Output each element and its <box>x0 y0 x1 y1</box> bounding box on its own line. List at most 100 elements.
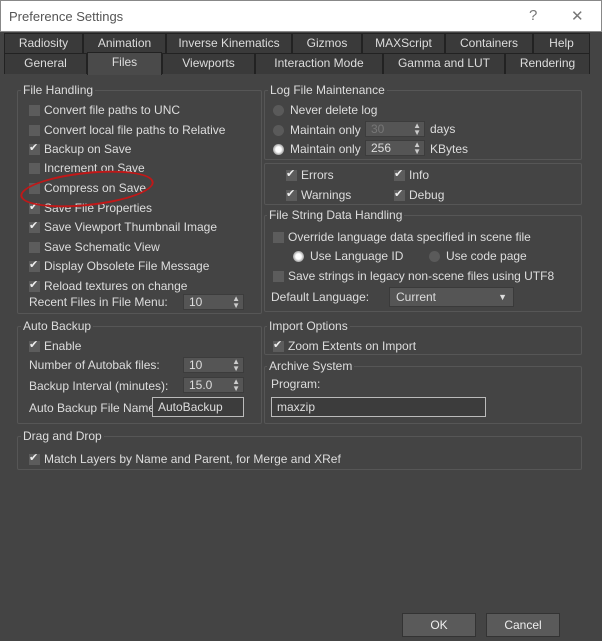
close-button[interactable]: ✕ <box>571 7 584 25</box>
checkbox-label: Convert local file paths to Relative <box>44 123 226 137</box>
checkbox-icon <box>29 451 40 465</box>
spinner-arrows-icon[interactable]: ▲ ▼ <box>413 141 421 156</box>
checkbox-label: Save Schematic View <box>44 240 160 254</box>
checkbox-errors[interactable]: Errors <box>286 167 334 182</box>
checkbox-icon <box>29 162 40 174</box>
tab-inverse-kinematics[interactable]: Inverse Kinematics <box>166 33 292 54</box>
ok-button[interactable]: OK <box>402 613 476 637</box>
tab-maxscript[interactable]: MAXScript <box>362 33 445 54</box>
cancel-button[interactable]: Cancel <box>486 613 560 637</box>
checkbox-save-schematic[interactable]: Save Schematic View <box>29 240 160 254</box>
archive-system-label: Archive System <box>267 359 355 373</box>
autobak-count-label: Number of Autobak files: <box>29 358 160 372</box>
autobackup-name-input[interactable]: AutoBackup <box>152 397 244 417</box>
file-string-label: File String Data Handling <box>267 208 405 222</box>
backup-interval-label: Backup Interval (minutes): <box>29 379 169 393</box>
checkbox-label: Override language data specified in scen… <box>288 230 531 244</box>
checkbox-zoom-extents[interactable]: Zoom Extents on Import <box>273 338 417 353</box>
spinner-value: 10 <box>189 358 203 372</box>
radio-never-delete[interactable]: Never delete log <box>273 103 377 117</box>
program-input[interactable]: maxzip <box>271 397 486 417</box>
auto-backup-label: Auto Backup <box>21 319 94 333</box>
tab-help[interactable]: Help <box>533 33 590 54</box>
backup-interval-spinner[interactable]: 15.0 ▲ ▼ <box>183 377 244 393</box>
checkbox-match-layers[interactable]: Match Layers by Name and Parent, for Mer… <box>29 451 341 466</box>
checkbox-icon <box>29 141 40 155</box>
log-maintenance-label: Log File Maintenance <box>268 83 387 97</box>
radio-label: Use code page <box>446 249 527 263</box>
kbytes-spinner[interactable]: 256 ▲ ▼ <box>365 140 425 156</box>
spinner-arrows-icon[interactable]: ▲ ▼ <box>413 122 421 137</box>
checkbox-label: Save Viewport Thumbnail Image <box>44 220 217 234</box>
checkbox-icon <box>29 241 40 253</box>
tab-viewports[interactable]: Viewports <box>162 53 255 74</box>
spinner-value: 15.0 <box>189 378 213 392</box>
radio-icon <box>429 250 440 262</box>
radio-maintain-kbytes[interactable]: Maintain only <box>273 142 361 156</box>
import-options-label: Import Options <box>267 319 350 333</box>
days-spinner[interactable]: 30 ▲ ▼ <box>365 121 425 137</box>
radio-maintain-days[interactable]: Maintain only <box>273 123 361 137</box>
checkbox-label: Save strings in legacy non-scene files u… <box>288 269 555 283</box>
dropdown-value: Current <box>396 290 437 304</box>
spinner-arrows-icon[interactable]: ▲ ▼ <box>232 358 240 373</box>
checkbox-icon <box>29 278 40 292</box>
checkbox-icon <box>29 124 40 136</box>
radio-icon <box>273 124 284 136</box>
days-label: days <box>430 122 456 136</box>
checkbox-icon <box>273 270 284 282</box>
spinner-arrows-icon[interactable]: ▲ ▼ <box>232 295 240 310</box>
title-bar: Preference Settings ? ✕ <box>0 0 602 32</box>
tab-gizmos[interactable]: Gizmos <box>292 33 362 54</box>
tab-animation[interactable]: Animation <box>83 33 166 54</box>
radio-label: Maintain only <box>290 142 361 156</box>
tab-interaction-mode[interactable]: Interaction Mode <box>255 53 383 74</box>
checkbox-label: Zoom Extents on Import <box>288 339 417 353</box>
tab-gamma-and-lut[interactable]: Gamma and LUT <box>383 53 505 74</box>
checkbox-enable-autobackup[interactable]: Enable <box>29 338 82 353</box>
checkbox-convert-relative[interactable]: Convert local file paths to Relative <box>29 123 225 137</box>
checkbox-info[interactable]: Info <box>394 167 429 182</box>
spinner-arrows-icon[interactable]: ▲ ▼ <box>232 378 240 393</box>
radio-label: Maintain only <box>290 123 361 137</box>
checkbox-label: Enable <box>44 339 82 353</box>
tab-radiosity[interactable]: Radiosity <box>4 33 83 54</box>
checkbox-icon <box>29 219 40 233</box>
radio-label: Use Language ID <box>310 249 404 263</box>
program-label: Program: <box>271 377 321 391</box>
radio-icon <box>273 143 284 155</box>
checkbox-backup-on-save[interactable]: Backup on Save <box>29 141 132 156</box>
checkbox-obsolete-message[interactable]: Display Obsolete File Message <box>29 258 209 273</box>
autobackup-name-label: Auto Backup File Name: <box>29 401 159 415</box>
tab-general[interactable]: General <box>4 53 87 74</box>
recent-files-label: Recent Files in File Menu: <box>29 295 168 309</box>
checkbox-label: Backup on Save <box>44 142 132 156</box>
radio-icon <box>293 250 304 262</box>
checkbox-icon <box>29 104 40 116</box>
help-button[interactable]: ? <box>529 7 537 24</box>
checkbox-reload-textures[interactable]: Reload textures on change <box>29 278 187 293</box>
checkbox-icon <box>286 187 297 201</box>
checkbox-override-language[interactable]: Override language data specified in scen… <box>273 230 531 244</box>
default-language-dropdown[interactable]: Current ▼ <box>389 287 514 307</box>
checkbox-label: Match Layers by Name and Parent, for Mer… <box>44 452 341 466</box>
checkbox-warnings[interactable]: Warnings <box>286 187 351 202</box>
checkbox-icon <box>273 338 284 352</box>
radio-label: Never delete log <box>290 103 378 117</box>
checkbox-save-thumbnail[interactable]: Save Viewport Thumbnail Image <box>29 219 217 234</box>
chevron-down-icon: ▼ <box>498 292 507 302</box>
checkbox-debug[interactable]: Debug <box>394 187 444 202</box>
file-handling-label: File Handling <box>21 83 96 97</box>
checkbox-convert-unc[interactable]: Convert file paths to UNC <box>29 103 180 117</box>
checkbox-icon <box>29 258 40 272</box>
radio-use-code-page[interactable]: Use code page <box>429 249 527 263</box>
tab-rendering[interactable]: Rendering <box>505 53 590 74</box>
recent-files-spinner[interactable]: 10 ▲ ▼ <box>183 294 244 310</box>
spinner-value: 30 <box>371 122 385 136</box>
checkbox-utf8[interactable]: Save strings in legacy non-scene files u… <box>273 269 554 283</box>
tab-files[interactable]: Files <box>87 52 162 75</box>
checkbox-icon <box>29 338 40 352</box>
autobak-count-spinner[interactable]: 10 ▲ ▼ <box>183 357 244 373</box>
tab-containers[interactable]: Containers <box>445 33 533 54</box>
radio-use-language-id[interactable]: Use Language ID <box>293 249 403 263</box>
